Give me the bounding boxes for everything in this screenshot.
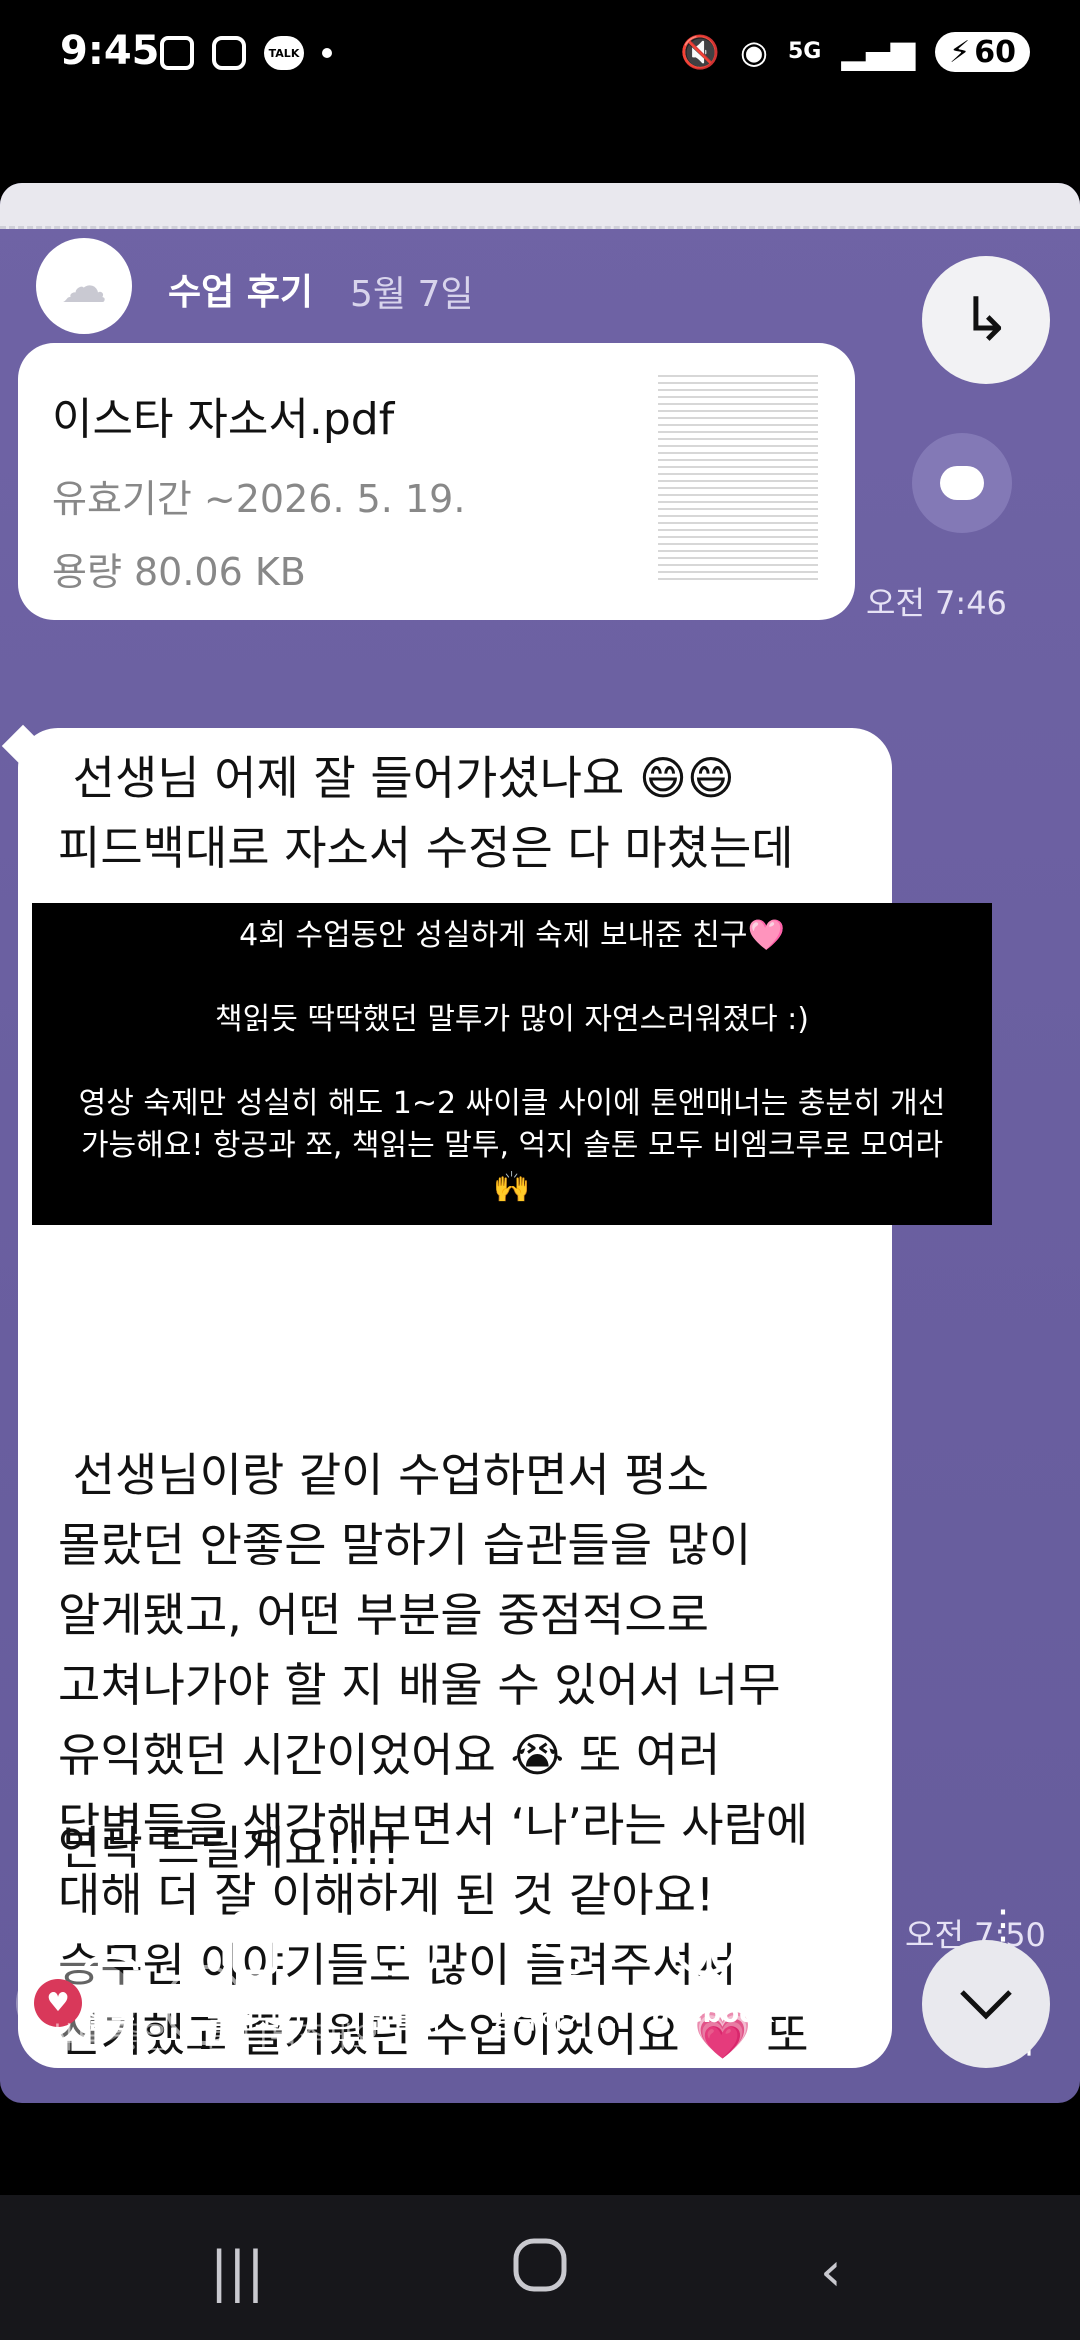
facebook-icon <box>630 1893 780 1993</box>
action-label: 둘러보기 <box>207 2005 303 2035</box>
overflow-menu-icon[interactable]: ⋮ <box>983 1905 1023 1945</box>
activity-button[interactable]: 활동 <box>36 1893 186 2036</box>
recent-apps-icon[interactable]: ||| <box>210 2240 265 2303</box>
promote-button[interactable]: 홍보 <box>780 1893 930 2036</box>
message-line: 몰랐던 안좋은 말하기 습관들을 많이 <box>58 1518 752 1572</box>
status-bar: 9:45 TALK 🔇 ◉ 5G ▂▄▆ ⚡ 60 <box>0 0 1080 110</box>
screenshot-icon <box>160 36 194 70</box>
mute-icon: 🔇 <box>680 33 721 71</box>
caption-line: 가능해요! 항공과 쪼, 책읽는 말투, 억지 솔톤 모두 비엠크루로 모여라 <box>80 1128 944 1163</box>
browse-icon <box>180 1893 330 1993</box>
file-size: 용량 80.06 KB <box>52 550 306 594</box>
forward-arrow-icon: ↳ <box>960 285 1012 355</box>
chevron-down-icon <box>960 1990 1012 2020</box>
comment-button[interactable] <box>912 433 1012 533</box>
cloud-icon: ☁ <box>61 259 107 313</box>
forward-button[interactable]: ↳ <box>922 256 1050 384</box>
message-line: 유익했던 시간이었어요 😭 또 여러 <box>58 1728 721 1782</box>
chat-date: 5월 7일 <box>350 274 474 315</box>
person-icon <box>36 1893 186 1993</box>
system-icons: 🔇 ◉ 5G ▂▄▆ ⚡ 60 <box>680 32 1030 72</box>
charging-icon: ⚡ <box>949 34 971 70</box>
document-thumbnail <box>658 375 818 585</box>
create-button[interactable]: 만들기 <box>330 1893 480 2036</box>
home-button[interactable] <box>510 2235 570 2308</box>
kakaotalk-icon: TALK <box>264 36 304 70</box>
action-label: 활동 <box>87 2005 135 2035</box>
file-name: 이스타 자소서.pdf <box>52 394 395 445</box>
chat-room-name: 수업 후기 <box>168 272 314 313</box>
browse-button[interactable]: 둘러보기 <box>180 1893 330 2036</box>
message-line: 피드백대로 자소서 수정은 다 마쳤는데 <box>58 821 794 875</box>
caption-line: 영상 숙제만 성실히 해도 1~2 싸이클 사이에 톤앤매너는 충분히 개선 <box>78 1086 946 1121</box>
message-line: 선생님 어제 잘 들어가셨나요 😄😄 <box>58 751 735 805</box>
message-line: 고쳐나가야 할 지 배울 수 있어서 너무 <box>58 1658 781 1712</box>
message-line: 선생님이랑 같이 수업하면서 평소 <box>58 1448 709 1502</box>
instagram-icon <box>212 36 246 70</box>
caption-line: 4회 수업동안 성실하게 숙제 보내준 친구🩷 <box>239 918 785 953</box>
battery-level: 60 <box>974 34 1016 70</box>
share-button[interactable]: 공유하기... <box>480 1893 630 2036</box>
file-validity: 유효기간 ~2026. 5. 19. <box>52 477 466 521</box>
caption-line: 책읽듯 딱딱했던 말투가 많이 자연스러워졌다 :) <box>215 1002 809 1037</box>
caption-emoji: 🙌 <box>493 1170 531 1205</box>
more-button[interactable] <box>922 1940 1050 2068</box>
story-caption: 4회 수업동안 성실하게 숙제 보내준 친구🩷 책읽듯 딱딱했던 말투가 많이 … <box>32 903 992 1225</box>
action-label: Facebook <box>635 1999 775 2029</box>
notification-icons: TALK <box>160 36 332 70</box>
action-label: 공유하기... <box>492 2005 618 2035</box>
more-notifications-dot <box>322 48 332 58</box>
previous-message-edge <box>0 183 1080 229</box>
story-action-bar: 활동 둘러보기 만들기 공유하기... Facebook 홍보 더 보기 <box>0 1893 1080 2060</box>
message-line: 알게됐고, 어떤 부분을 중점적으로 <box>58 1588 709 1642</box>
message-line: 연락 드릴게요!!!! <box>58 1821 401 1875</box>
file-message[interactable]: 이스타 자소서.pdf 유효기간 ~2026. 5. 19. 용량 80.06 … <box>18 343 855 620</box>
share-icon <box>480 1893 630 1993</box>
action-label: 만들기 <box>369 2005 441 2035</box>
action-label: 홍보 <box>831 2005 879 2035</box>
play-icon <box>330 1893 480 1993</box>
speech-bubble-icon <box>940 466 984 500</box>
system-nav-bar: ||| ‹ <box>0 2195 1080 2340</box>
trending-icon <box>780 1893 930 1993</box>
back-icon[interactable]: ‹ <box>820 2240 842 2303</box>
file-message-time: 오전 7:46 <box>866 584 1007 622</box>
chat-avatar[interactable]: ☁ <box>36 238 132 334</box>
hotspot-icon: ◉ <box>740 33 768 71</box>
network-type-label: 5G <box>787 39 822 64</box>
facebook-share-button[interactable]: Facebook <box>630 1893 780 2029</box>
status-time: 9:45 <box>60 28 160 74</box>
signal-icon: ▂▄▆ <box>841 33 916 71</box>
battery-indicator: ⚡ 60 <box>935 32 1030 72</box>
